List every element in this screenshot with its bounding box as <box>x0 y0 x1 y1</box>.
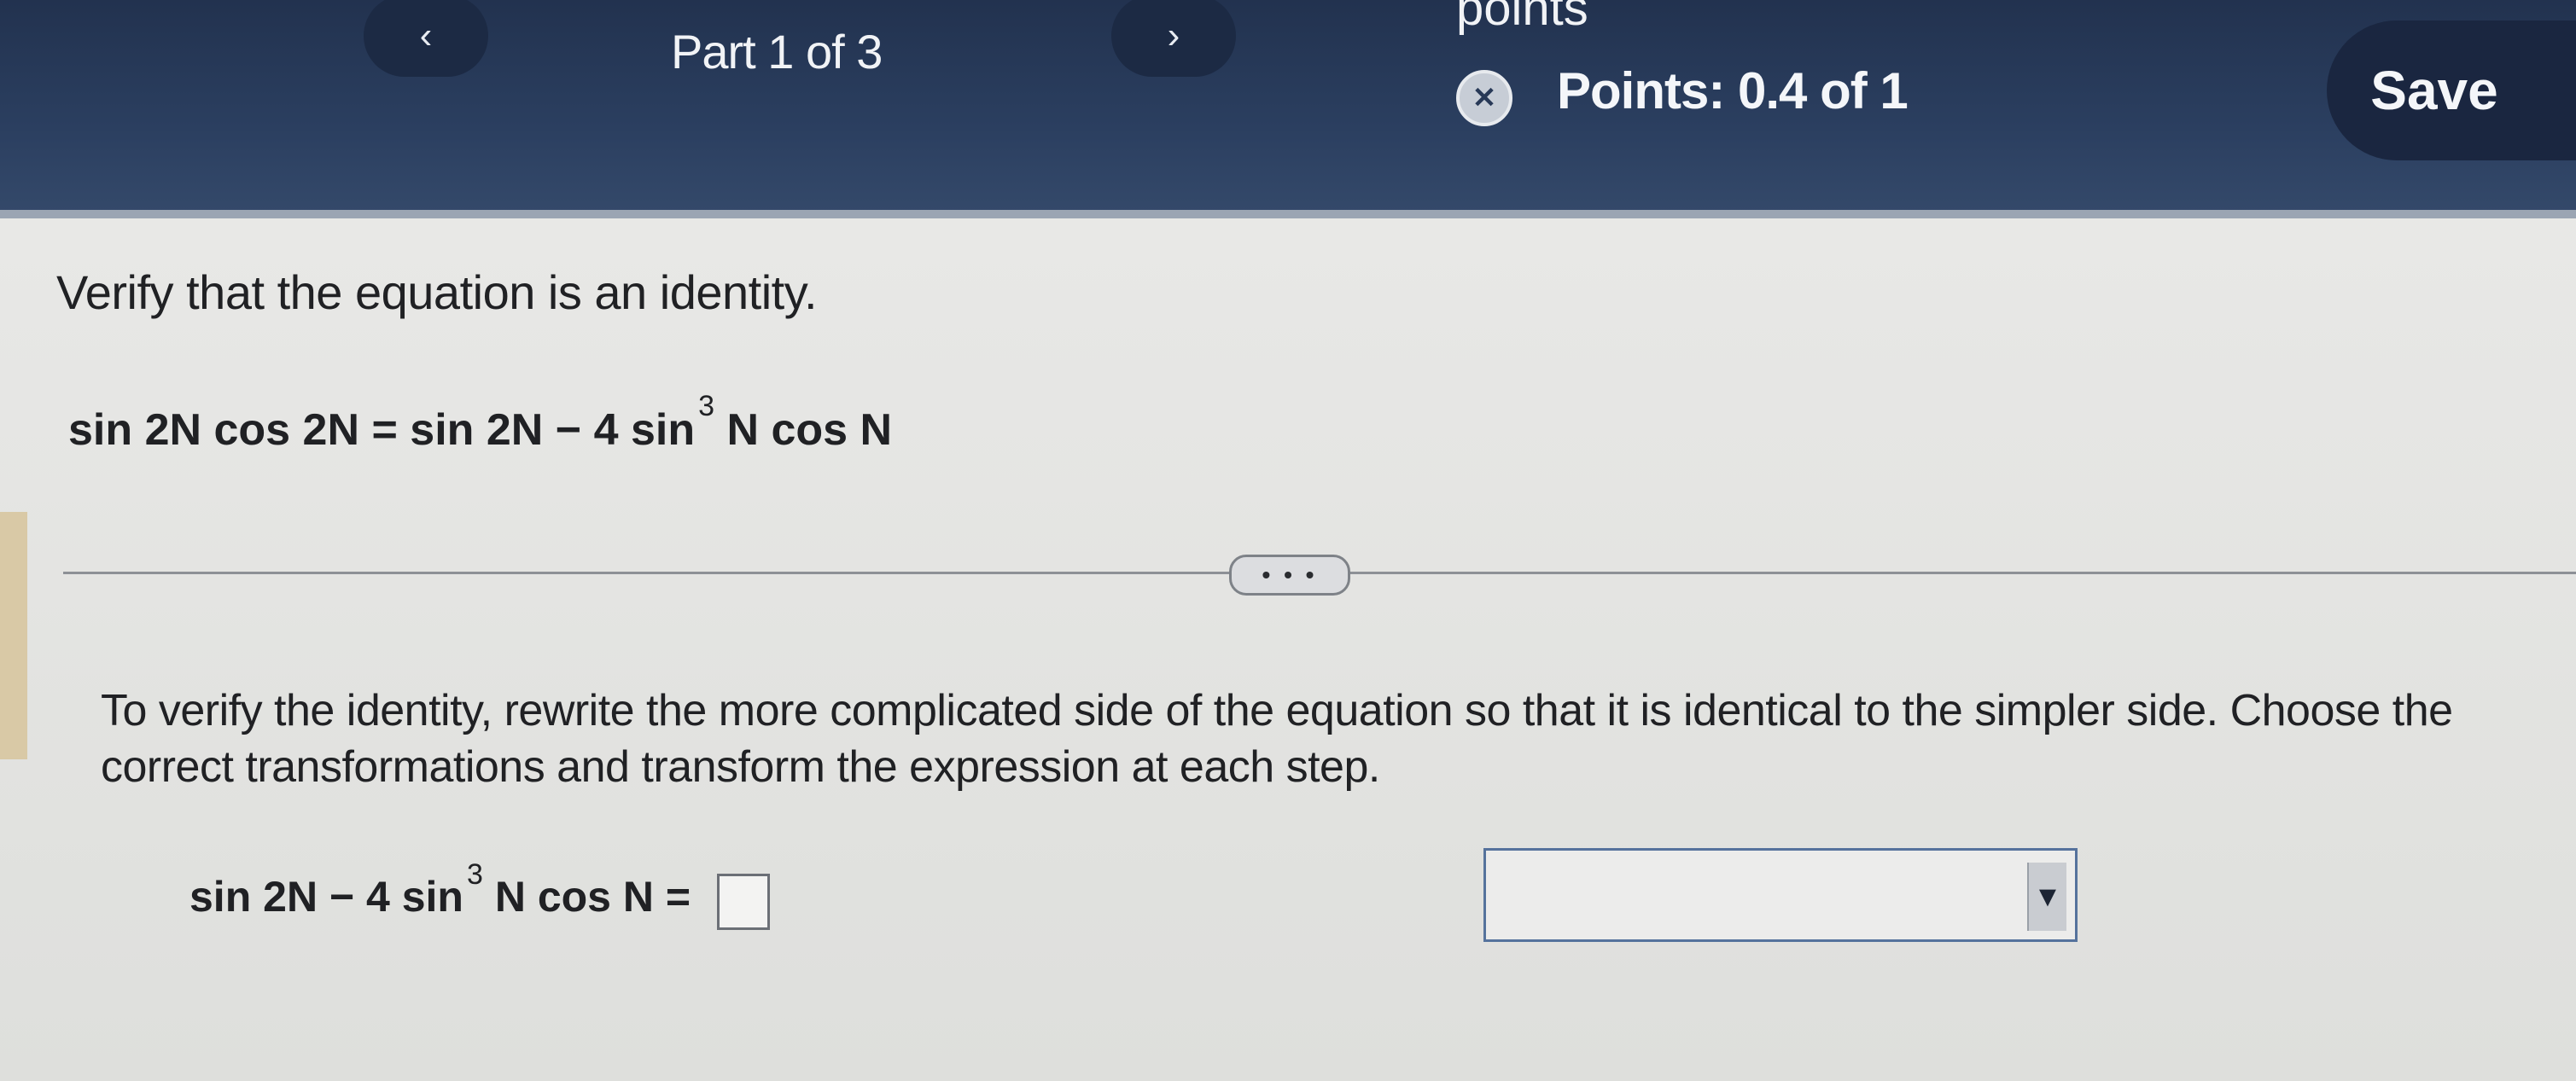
side-tab[interactable] <box>0 512 27 759</box>
transformation-select[interactable]: ▼ <box>1483 848 2078 942</box>
save-button[interactable]: Save <box>2327 20 2576 160</box>
question-panel <box>0 218 2576 1081</box>
expand-more-button[interactable]: • • • <box>1229 555 1350 596</box>
points-caption: points <box>1456 0 1588 36</box>
question-instruction: Verify that the equation is an identity. <box>56 265 818 319</box>
identity-equation: sin 2N cos 2N = sin 2N − 4 sin 3 N cos N <box>68 390 893 456</box>
equation-left-part: sin 2N cos 2N = sin 2N − 4 sin <box>68 405 696 455</box>
header-divider <box>0 210 2576 218</box>
partial-credit-icon: ✕ <box>1456 70 1512 126</box>
chevron-left-icon: ‹ <box>419 15 433 56</box>
next-part-button[interactable]: › <box>1111 0 1236 77</box>
part-indicator: Part 1 of 3 <box>671 25 883 78</box>
previous-part-button[interactable]: ‹ <box>364 0 488 77</box>
chevron-right-icon: › <box>1167 15 1180 56</box>
header-bar: ‹ Part 1 of 3 › points ✕ Points: 0.4 of … <box>0 0 2576 213</box>
equation-tail: N cos N <box>726 405 893 455</box>
work-left-part: sin 2N − 4 sin <box>189 873 463 921</box>
step-prompt: To verify the identity, rewrite the more… <box>101 686 2453 792</box>
points-score: Points: 0.4 of 1 <box>1557 62 1909 119</box>
work-equation: sin 2N − 4 sin 3 N cos N = <box>189 858 691 921</box>
answer-input[interactable] <box>717 874 770 930</box>
equation-exponent: 3 <box>698 390 715 422</box>
dropdown-arrow-icon[interactable]: ▼ <box>2027 863 2066 931</box>
work-tail: N cos N = <box>494 873 691 921</box>
work-exponent: 3 <box>466 858 483 891</box>
